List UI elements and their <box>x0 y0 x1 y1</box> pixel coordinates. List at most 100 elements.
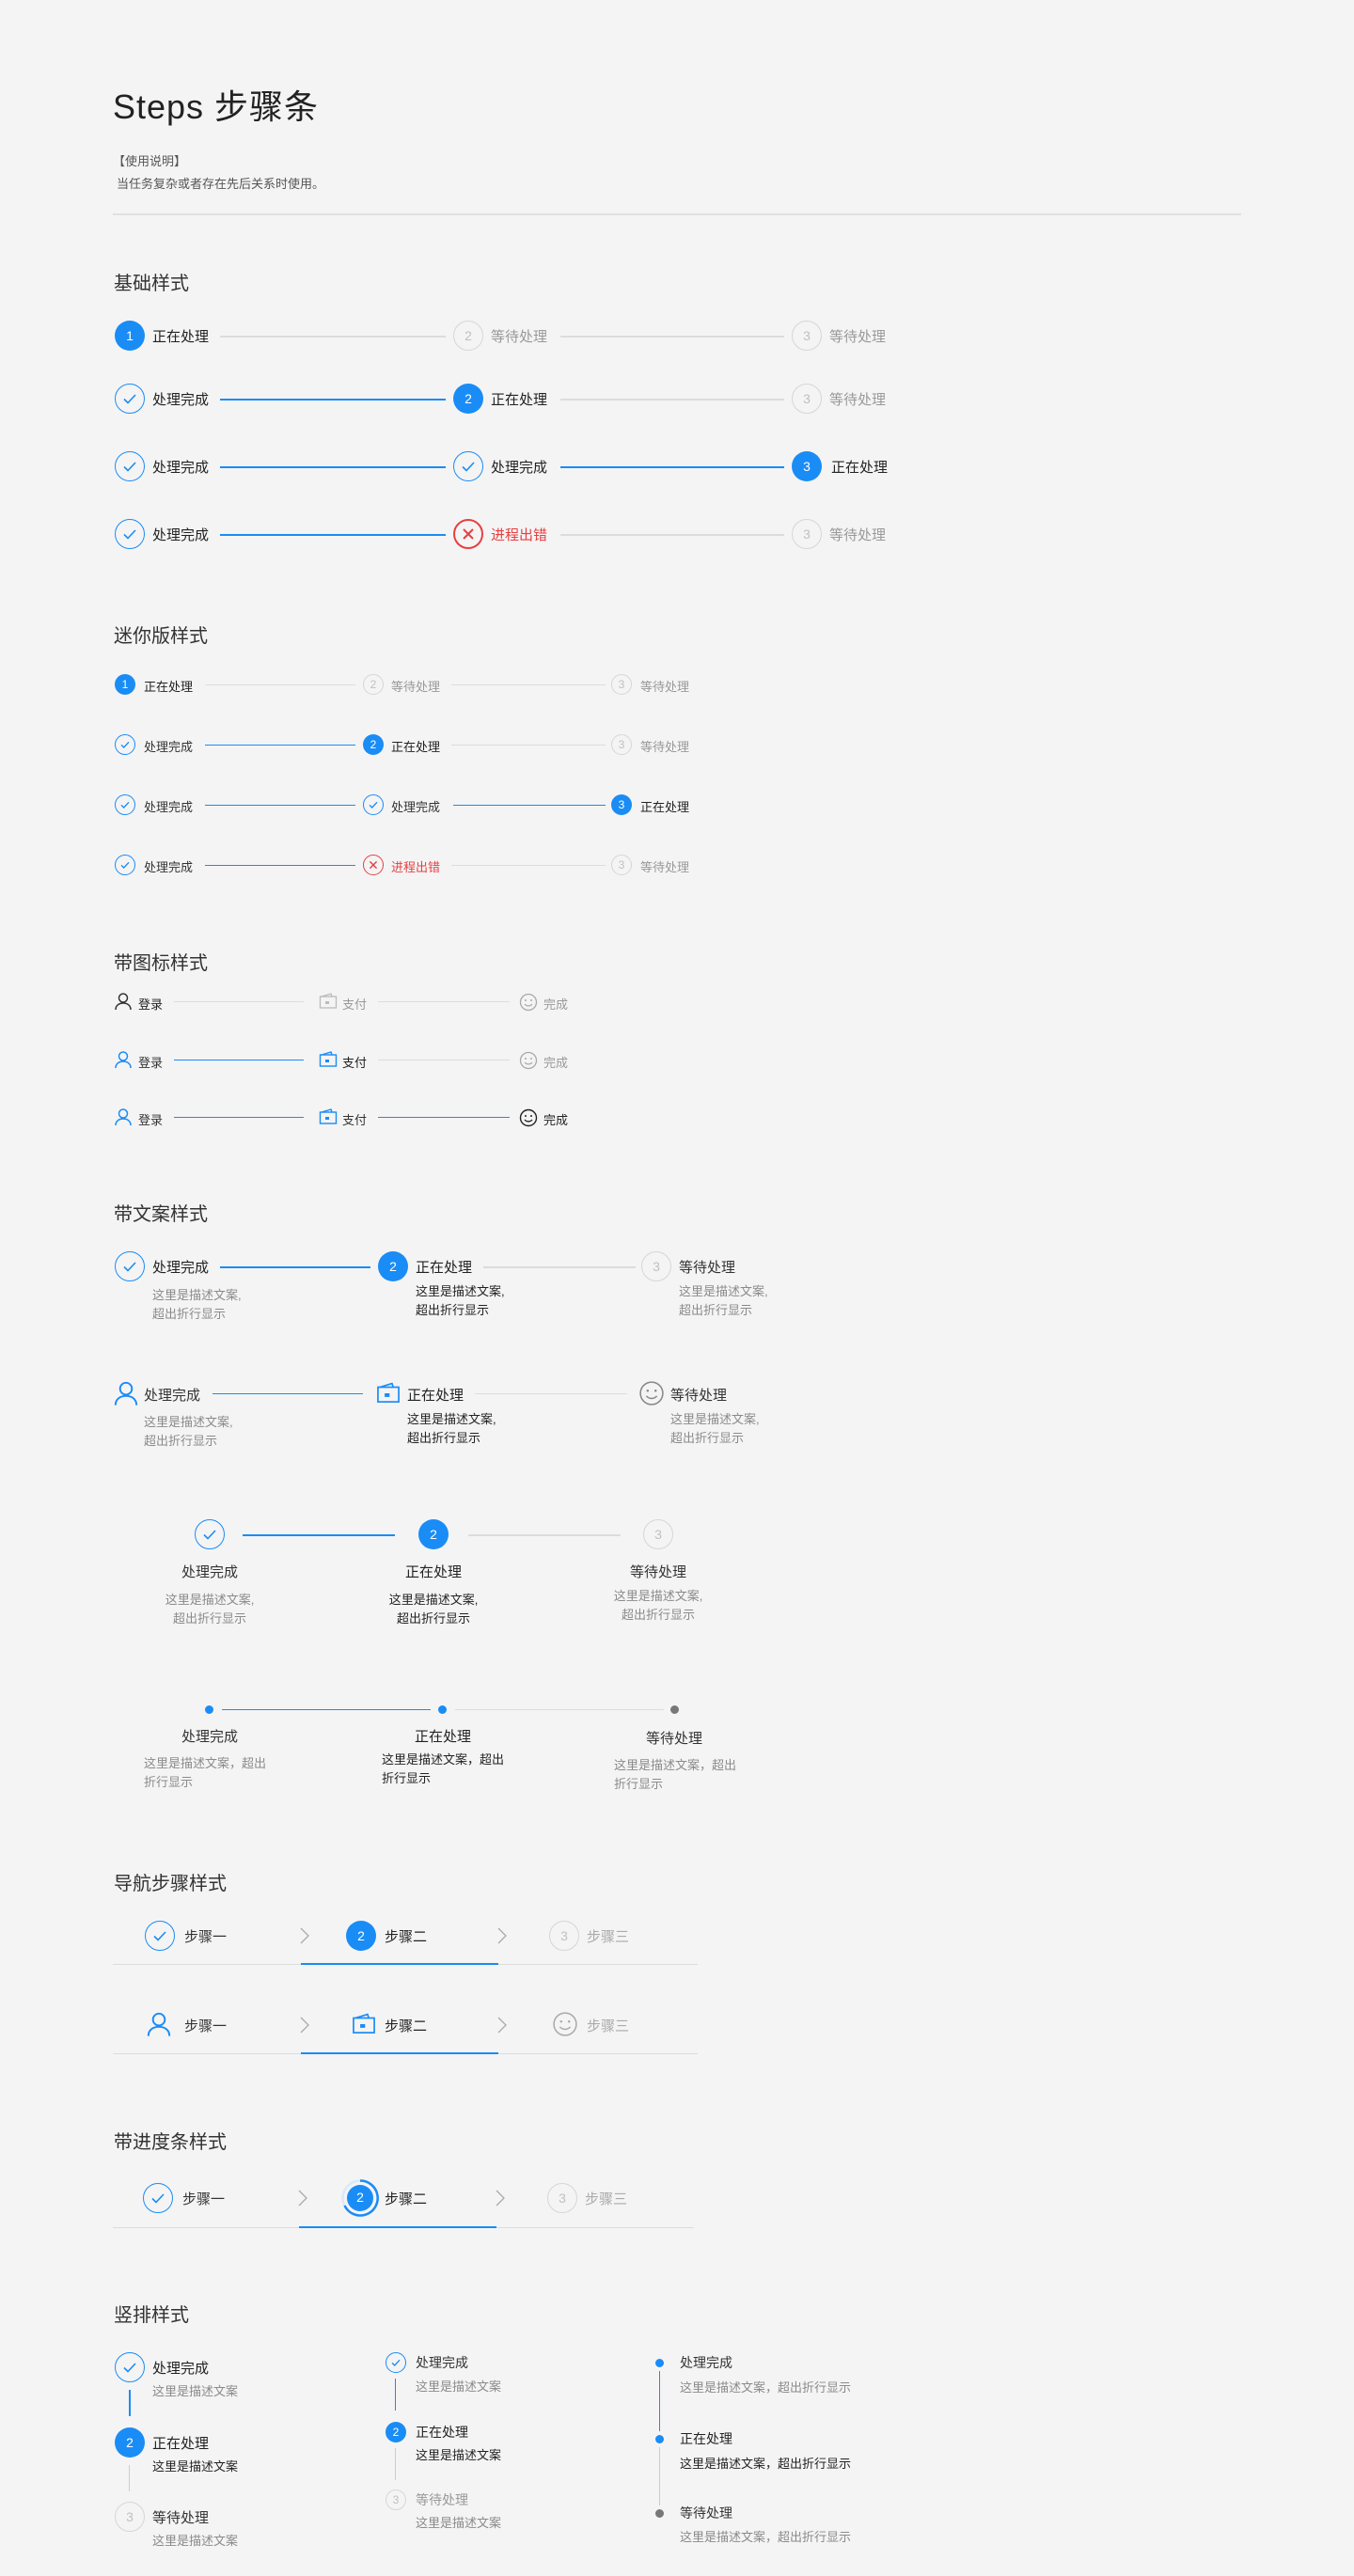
section-progress-title: 带进度条样式 <box>114 2132 227 2153</box>
step-dot <box>655 2359 664 2367</box>
step-connector <box>205 684 355 685</box>
step-connector <box>560 336 784 338</box>
step-label: 正在处理 <box>491 392 548 408</box>
step-label: 正在处理 <box>416 2425 468 2440</box>
nav-active-indicator <box>299 2226 496 2228</box>
step-description: 这里是描述文案, 超出折行显示 <box>613 1589 703 1622</box>
step-description: 这里是描述文案，超出折行显示 <box>144 1756 267 1789</box>
step-description: 这里是描述文案 <box>152 2384 239 2398</box>
step-connector <box>451 745 606 746</box>
step-label: 正在处理 <box>407 1388 464 1404</box>
check-icon <box>115 855 135 875</box>
step-connector <box>453 805 606 807</box>
check-icon <box>115 794 135 815</box>
step-description: 这里是描述文案 <box>416 2380 502 2394</box>
step-label: 处理完成 <box>181 1564 238 1580</box>
usage-note-title: 【使用说明】 <box>113 154 187 168</box>
nav-step-label: 步骤三 <box>587 2018 630 2034</box>
check-icon <box>115 2352 145 2382</box>
check-icon <box>115 451 145 481</box>
step-label: 处理完成 <box>144 800 194 814</box>
chevron-right-icon <box>299 1926 310 1945</box>
nav-step-label: 步骤一 <box>184 1929 228 1945</box>
step-dot <box>205 1705 213 1714</box>
step-number-3: 3 <box>611 855 632 875</box>
step-connector <box>475 1393 627 1394</box>
step-label: 登录 <box>138 997 164 1012</box>
step-number-3: 3 <box>611 674 632 695</box>
step-connector <box>468 1534 621 1536</box>
wallet-icon <box>319 1108 338 1125</box>
step-dot <box>655 2435 664 2443</box>
wallet-icon <box>376 1382 401 1405</box>
nav-step-label: 步骤二 <box>385 2191 428 2207</box>
step-number-3: 3 <box>643 1519 673 1549</box>
chevron-right-icon <box>299 2016 310 2034</box>
step-label: 进程出错 <box>391 860 441 874</box>
step-connector <box>213 1393 363 1395</box>
step-number-2: 2 <box>386 2422 406 2442</box>
step-description: 这里是描述文案, 超出折行显示 <box>670 1412 760 1445</box>
step-label: 支付 <box>342 1113 368 1127</box>
step-description: 这里是描述文案 <box>152 2534 239 2548</box>
step-label: 处理完成 <box>144 860 194 874</box>
section-basic-title: 基础样式 <box>114 274 189 294</box>
check-icon <box>143 2183 173 2213</box>
user-icon <box>146 2011 172 2037</box>
step-label: 等待处理 <box>391 680 441 694</box>
nav-active-indicator <box>301 2052 498 2054</box>
nav-step-label: 步骤三 <box>585 2191 628 2207</box>
step-label: 正在处理 <box>416 1260 473 1276</box>
step-label: 支付 <box>342 1056 368 1070</box>
check-icon <box>115 1251 145 1281</box>
step-number-2: 2 <box>453 384 483 414</box>
step-connector <box>395 2448 396 2480</box>
wallet-icon <box>319 1051 338 1068</box>
check-icon <box>363 794 384 815</box>
step-number-2: 2 <box>356 2190 364 2205</box>
step-label: 等待处理 <box>640 860 690 874</box>
step-label: 处理完成 <box>416 2355 468 2370</box>
check-icon <box>115 734 135 755</box>
chevron-right-icon <box>496 2016 508 2034</box>
step-label: 登录 <box>138 1056 164 1070</box>
step-label: 处理完成 <box>144 1388 201 1404</box>
step-connector <box>205 865 355 867</box>
step-label: 处理完成 <box>144 740 194 754</box>
step-description: 这里是描述文案 <box>416 2516 502 2530</box>
step-connector <box>243 1534 395 1536</box>
step-label: 进程出错 <box>491 527 548 543</box>
step-number-2: 2 <box>346 1921 376 1951</box>
step-label: 登录 <box>138 1113 164 1127</box>
step-description: 这里是描述文案, 超出折行显示 <box>165 1593 255 1626</box>
step-label: 正在处理 <box>640 800 690 814</box>
step-connector <box>220 399 446 401</box>
nav-step-label: 步骤一 <box>184 2018 228 2034</box>
step-label: 正在处理 <box>404 1564 462 1580</box>
step-description: 这里是描述文案, 超出折行显示 <box>416 1284 505 1317</box>
step-number-2: 2 <box>363 734 384 755</box>
step-connector <box>395 2379 397 2411</box>
step-dot <box>438 1705 447 1714</box>
nav-step-label: 步骤二 <box>385 2018 428 2034</box>
step-description: 这里是描述文案 <box>152 2459 239 2474</box>
step-label: 完成 <box>543 1056 569 1070</box>
step-number-3: 3 <box>611 734 632 755</box>
step-description: 这里是描述文案, 超出折行显示 <box>144 1415 233 1448</box>
smile-icon <box>519 1108 538 1127</box>
step-description: 这里是描述文案, 超出折行显示 <box>407 1412 496 1445</box>
nav-active-indicator <box>301 1963 498 1965</box>
step-number-2: 2 <box>378 1251 408 1281</box>
step-label: 等待处理 <box>670 1388 728 1404</box>
step-label: 处理完成 <box>152 460 210 476</box>
step-number-3: 3 <box>611 794 632 815</box>
error-icon <box>453 519 483 549</box>
step-number-3: 3 <box>641 1251 671 1281</box>
step-label: 等待处理 <box>645 1731 702 1747</box>
step-number-3: 3 <box>792 519 822 549</box>
check-icon <box>115 519 145 549</box>
step-number-3: 3 <box>547 2183 577 2213</box>
smile-icon <box>519 993 538 1012</box>
section-desc-title: 带文案样式 <box>114 1204 208 1225</box>
step-label: 等待处理 <box>679 1260 736 1276</box>
